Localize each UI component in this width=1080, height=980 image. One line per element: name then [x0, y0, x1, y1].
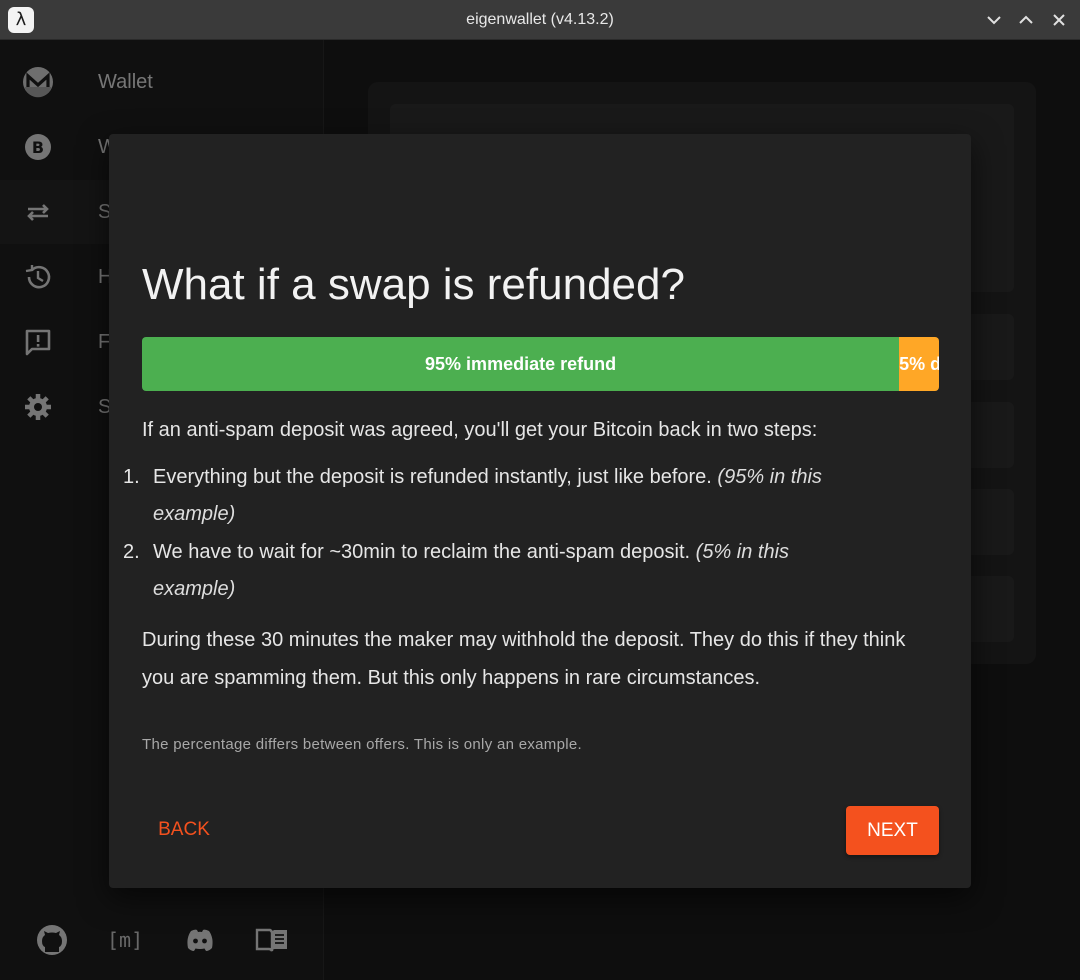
immediate-refund-segment: 95% immediate refund [142, 337, 900, 391]
example-disclaimer: The percentage differs between offers. T… [142, 736, 582, 753]
withhold-explanation: During these 30 minutes the maker may wi… [142, 629, 906, 689]
step-text: Everything but the deposit is refunded i… [153, 466, 712, 488]
window-title: eigenwallet (v4.13.2) [466, 11, 614, 28]
step-number: 2. [123, 541, 140, 563]
maximize-icon[interactable] [1012, 6, 1040, 34]
title-bar: λ eigenwallet (v4.13.2) [0, 0, 1080, 40]
deposit-segment: 5% deposit [899, 337, 939, 391]
back-button[interactable]: BACK [142, 806, 226, 854]
refund-split-bar: 95% immediate refund 5% deposit [142, 337, 939, 391]
step-item: 1. Everything but the deposit is refunde… [123, 459, 873, 533]
intro-text: If an anti-spam deposit was agreed, you'… [142, 419, 818, 441]
minimize-icon[interactable] [980, 6, 1008, 34]
step-number: 1. [123, 466, 140, 488]
step-text: We have to wait for ~30min to reclaim th… [153, 541, 691, 563]
dialog-title: What if a swap is refunded? [142, 260, 685, 309]
step-item: 2. We have to wait for ~30min to reclaim… [123, 534, 873, 608]
next-button[interactable]: NEXT [846, 806, 939, 855]
refund-info-dialog: What if a swap is refunded? 95% immediat… [109, 134, 971, 888]
close-icon[interactable] [1045, 6, 1073, 34]
